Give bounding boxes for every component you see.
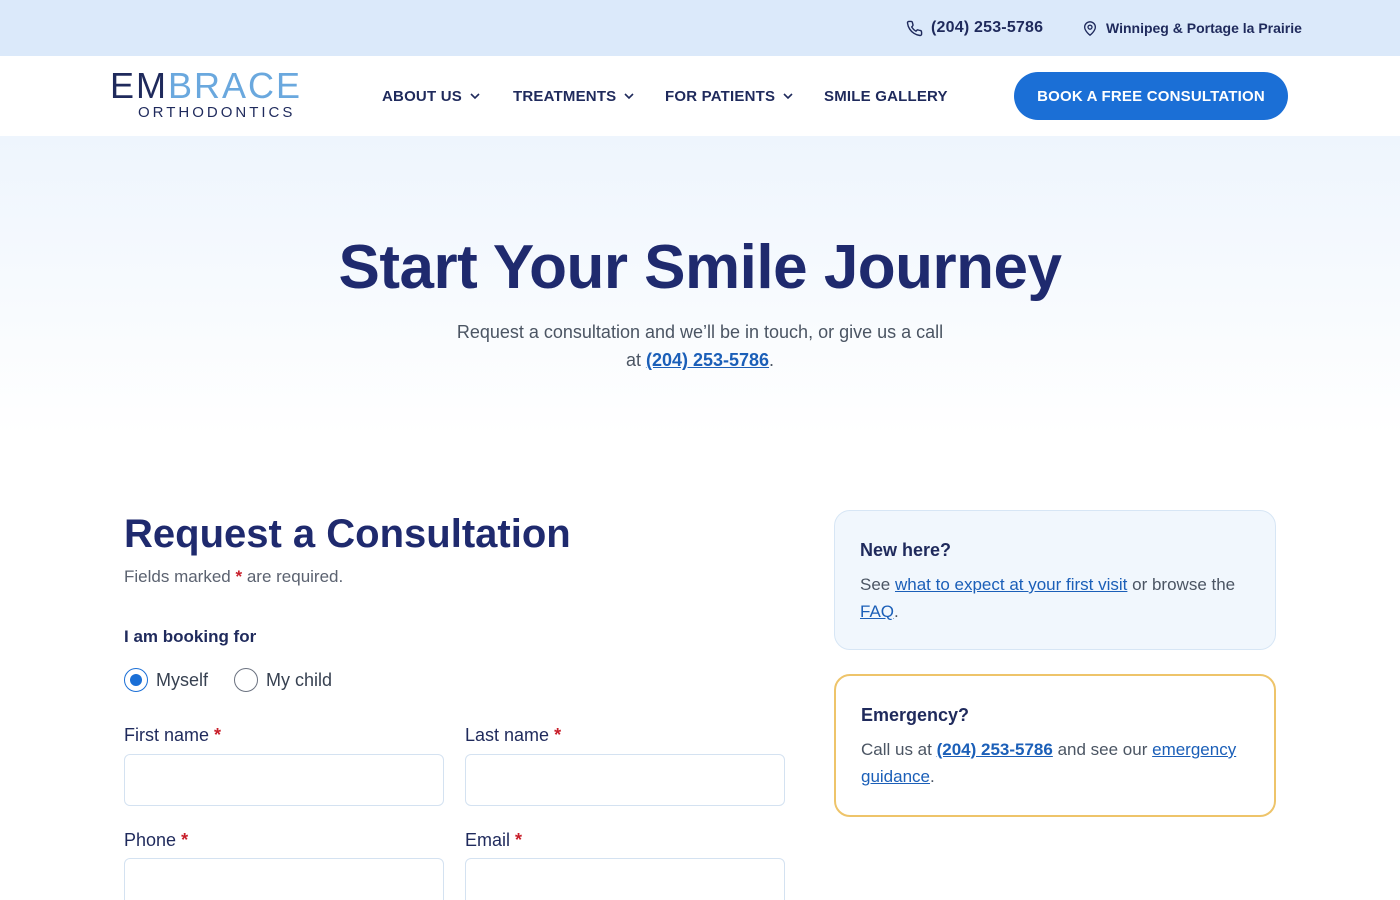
utility-bar: (204) 253-5786 Winnipeg & Portage la Pra… [0, 0, 1400, 56]
emergency-card: Emergency? Call us at (204) 253-5786 and… [834, 674, 1276, 817]
form-title: Request a Consultation [124, 512, 571, 556]
logo-wordmark: EMBRACE [110, 68, 302, 104]
chevron-down-icon [624, 92, 634, 99]
required-note-text: Fields marked [124, 567, 236, 586]
last-name-label-text: Last name [465, 725, 550, 745]
nav-about-us-label: ABOUT US [382, 87, 462, 105]
first-name-label: First name * [124, 724, 221, 746]
last-name-input[interactable] [465, 754, 785, 806]
email-label: Email * [465, 829, 522, 851]
new-here-text: See what to expect at your first visit o… [860, 571, 1250, 625]
emergency-text-start: Call us at [861, 740, 937, 759]
site-header: EMBRACE ORTHODONTICS ABOUT US TREATMENTS… [0, 56, 1400, 136]
emergency-phone-link[interactable]: (204) 253-5786 [937, 740, 1053, 759]
required-note: Fields marked * are required. [124, 566, 343, 588]
map-pin-icon [1084, 20, 1096, 36]
new-here-card: New here? See what to expect at your fir… [834, 510, 1276, 650]
topbar-location-text: Winnipeg & Portage la Prairie [1106, 20, 1302, 36]
emergency-text-end: . [930, 767, 935, 786]
logo-part-light: BRACE [168, 65, 303, 106]
booking-for-label: I am booking for [124, 627, 257, 646]
required-star: * [554, 725, 562, 745]
first-visit-link[interactable]: what to expect at your first visit [895, 575, 1127, 594]
hero-phone-link[interactable]: (204) 253-5786 [646, 350, 769, 370]
last-name-label: Last name * [465, 724, 561, 746]
phone-icon [906, 20, 923, 36]
nav-treatments-label: TREATMENTS [513, 87, 617, 105]
faq-link[interactable]: FAQ [860, 602, 894, 621]
nav-for-patients-label: FOR PATIENTS [665, 87, 776, 105]
radio-my-child-label: My child [266, 669, 333, 690]
nav-smile-gallery[interactable]: SMILE GALLERY [824, 56, 948, 136]
nav-smile-gallery-label: SMILE GALLERY [824, 87, 948, 105]
first-name-label-text: First name [124, 725, 210, 745]
radio-my-child[interactable]: My child [234, 666, 332, 694]
emergency-text-middle: and see our [1052, 740, 1153, 759]
topbar-phone-text: (204) 253-5786 [931, 19, 1044, 36]
email-label-text: Email [465, 830, 511, 850]
emergency-text: Call us at (204) 253-5786 and see our em… [861, 736, 1249, 790]
nav-for-patients[interactable]: FOR PATIENTS [665, 56, 793, 136]
hero-title: Start Your Smile Journey [338, 233, 1062, 302]
hero-subtitle-end: . [769, 350, 775, 370]
hero-section: Start Your Smile Journey Request a consu… [0, 136, 1400, 436]
new-here-title: New here? [860, 540, 952, 560]
email-input[interactable] [465, 858, 785, 900]
nav-treatments[interactable]: TREATMENTS [513, 56, 634, 136]
first-name-input[interactable] [124, 754, 444, 806]
radio-indicator[interactable] [124, 668, 148, 692]
site-logo[interactable]: EMBRACE ORTHODONTICS [110, 68, 310, 124]
required-star: * [181, 830, 189, 850]
radio-myself-label: Myself [156, 669, 209, 690]
required-star: * [515, 830, 523, 850]
topbar-location-link[interactable]: Winnipeg & Portage la Prairie [1082, 0, 1302, 56]
chevron-down-icon [470, 92, 480, 99]
new-here-text-start: See [860, 575, 895, 594]
logo-part-dark: EM [110, 65, 168, 106]
topbar-phone-link[interactable]: (204) 253-5786 [906, 0, 1043, 56]
radio-indicator[interactable] [234, 668, 258, 692]
phone-input[interactable] [124, 858, 444, 900]
radio-myself[interactable]: Myself [124, 666, 208, 694]
phone-label: Phone * [124, 829, 188, 851]
required-star: * [214, 725, 222, 745]
required-note-end: are required. [242, 567, 344, 586]
phone-label-text: Phone [124, 830, 177, 850]
logo-subtitle: ORTHODONTICS [138, 104, 296, 121]
chevron-down-icon [783, 92, 793, 99]
book-consultation-button[interactable]: BOOK A FREE CONSULTATION [1014, 72, 1288, 120]
new-here-text-end: . [894, 602, 899, 621]
emergency-title: Emergency? [861, 705, 970, 725]
nav-about-us[interactable]: ABOUT US [382, 56, 480, 136]
new-here-text-middle: or browse the [1127, 575, 1236, 594]
hero-subtitle: Request a consultation and we’ll be in t… [450, 318, 950, 374]
